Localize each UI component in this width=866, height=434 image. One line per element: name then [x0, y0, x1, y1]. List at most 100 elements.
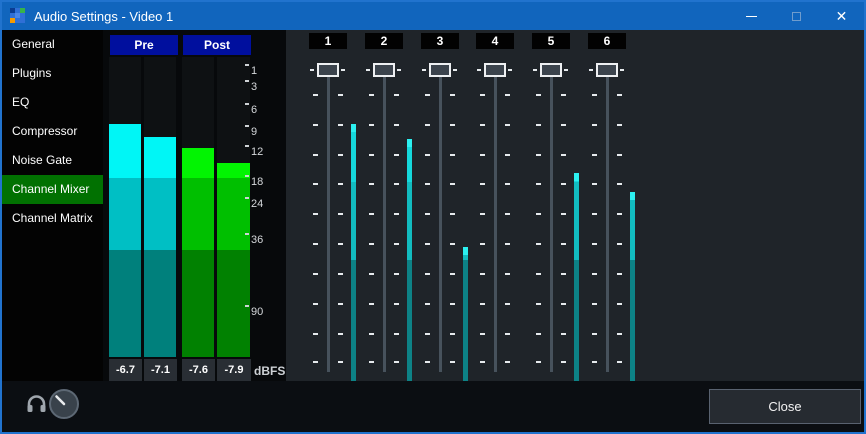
sidebar-item-label: Plugins	[12, 66, 51, 80]
fader-tick	[592, 273, 597, 275]
fader-tick	[480, 273, 485, 275]
fader-tick	[536, 303, 541, 305]
channel-4-fader-handle[interactable]	[484, 63, 506, 77]
meter-level-segment	[109, 124, 141, 178]
post-value-2: -7.9	[217, 359, 251, 381]
fader-tick	[425, 124, 430, 126]
fader-tick	[480, 213, 485, 215]
channel-3-fader-handle[interactable]	[429, 63, 451, 77]
channel-header-2: 2	[365, 33, 403, 49]
fader-tick	[536, 361, 541, 363]
fader-tick	[617, 124, 622, 126]
fader-tick	[505, 154, 510, 156]
scale-tick	[245, 64, 249, 66]
fader-tick	[505, 243, 510, 245]
fader-tick	[369, 333, 374, 335]
channel-1-fader-track[interactable]	[327, 65, 330, 372]
fader-tick	[369, 273, 374, 275]
sidebar-item-plugins[interactable]: Plugins	[2, 59, 103, 88]
fader-tick	[561, 124, 566, 126]
channel-5-meter-segment	[574, 260, 579, 381]
scale-tick-label: 6	[251, 105, 257, 116]
fader-tick	[425, 361, 430, 363]
fader-tick	[450, 213, 455, 215]
fader-tick	[505, 361, 510, 363]
channel-5-fader-track[interactable]	[550, 65, 553, 372]
channel-2-fader-track[interactable]	[383, 65, 386, 372]
monitor-knob[interactable]	[48, 388, 80, 420]
fader-tick	[561, 303, 566, 305]
fader-tick	[561, 213, 566, 215]
fader-tick	[505, 94, 510, 96]
fader-tick	[394, 273, 399, 275]
fader-tick	[425, 243, 430, 245]
fader-tick	[369, 213, 374, 215]
channel-5-meter-peak	[574, 173, 579, 181]
pre-meter-1	[109, 57, 141, 357]
fader-tick	[313, 124, 318, 126]
pre-value-2: -7.1	[144, 359, 177, 381]
fader-tick	[313, 183, 318, 185]
channel-3-meter-peak	[463, 247, 468, 255]
fader-tick	[450, 333, 455, 335]
sidebar-item-noise-gate[interactable]: Noise Gate	[2, 146, 103, 175]
meter-group-header-post: Post	[183, 35, 251, 55]
fader-tick	[425, 273, 430, 275]
handle-tick	[589, 69, 593, 71]
fader-tick	[561, 94, 566, 96]
fader-tick	[338, 303, 343, 305]
fader-tick	[505, 303, 510, 305]
meter-level-segment	[217, 250, 250, 357]
fader-tick	[592, 213, 597, 215]
scale-tick	[245, 145, 249, 147]
minimize-icon	[746, 16, 757, 17]
sidebar-item-compressor[interactable]: Compressor	[2, 117, 103, 146]
minimize-button[interactable]	[729, 2, 774, 30]
channel-2-meter-peak	[407, 139, 412, 147]
footer-bar: Close	[2, 381, 864, 432]
channel-2-meter-segment	[407, 260, 412, 381]
channel-1-meter-segment	[351, 132, 356, 182]
sidebar-item-label: General	[12, 37, 55, 51]
fader-tick	[313, 361, 318, 363]
audio-settings-window: Audio Settings - Video 1 ✕ General Plugin…	[0, 0, 866, 434]
handle-tick	[533, 69, 537, 71]
scale-tick-label: 18	[251, 177, 263, 188]
channel-4-fader-track[interactable]	[494, 65, 497, 372]
channel-6-meter-peak	[630, 192, 635, 200]
titlebar: Audio Settings - Video 1 ✕	[2, 2, 864, 30]
sidebar-item-eq[interactable]: EQ	[2, 88, 103, 117]
sidebar-item-label: Channel Matrix	[12, 211, 93, 225]
titlebar-close-button[interactable]: ✕	[819, 2, 864, 30]
channel-1-fader-handle[interactable]	[317, 63, 339, 77]
channel-2-fader-handle[interactable]	[373, 63, 395, 77]
channel-2-meter-segment	[407, 182, 412, 260]
fader-tick	[394, 94, 399, 96]
fader-tick	[394, 154, 399, 156]
channel-1-meter-segment	[351, 260, 356, 381]
fader-tick	[536, 273, 541, 275]
fader-tick	[561, 273, 566, 275]
channel-1-meter-segment	[351, 182, 356, 260]
fader-tick	[480, 361, 485, 363]
scale-tick	[245, 197, 249, 199]
fader-tick	[592, 124, 597, 126]
meter-level-segment	[109, 178, 141, 250]
dbfs-unit-label: dBFS	[254, 364, 285, 378]
sidebar-item-channel-matrix[interactable]: Channel Matrix	[2, 204, 103, 233]
headphones-icon[interactable]	[26, 394, 47, 414]
fader-tick	[369, 183, 374, 185]
handle-tick	[477, 69, 481, 71]
channel-header-3: 3	[421, 33, 459, 49]
sidebar-item-general[interactable]: General	[2, 30, 103, 59]
channel-3-fader-track[interactable]	[439, 65, 442, 372]
fader-tick	[592, 333, 597, 335]
channel-5-fader-handle[interactable]	[540, 63, 562, 77]
channel-6-fader-track[interactable]	[606, 65, 609, 372]
app-icon	[10, 8, 26, 24]
fader-tick	[394, 124, 399, 126]
close-button[interactable]: Close	[709, 389, 861, 424]
sidebar-item-channel-mixer[interactable]: Channel Mixer	[2, 175, 103, 204]
maximize-button[interactable]	[774, 2, 819, 30]
channel-6-fader-handle[interactable]	[596, 63, 618, 77]
